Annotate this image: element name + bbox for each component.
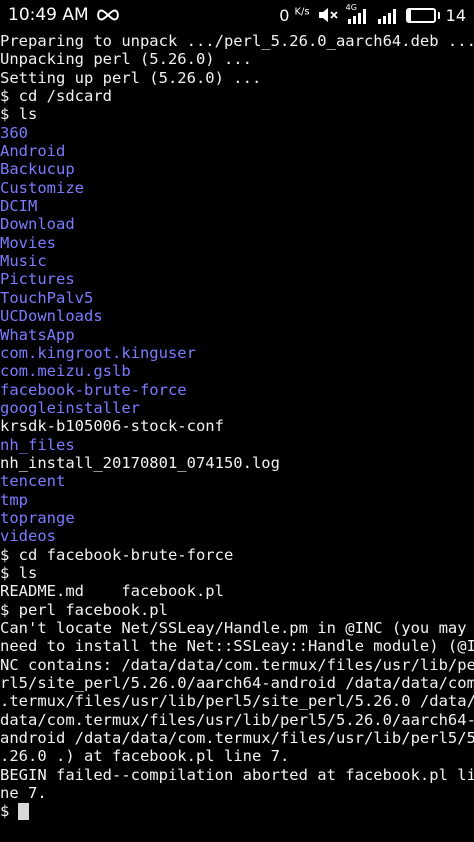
directory-entry: Movies <box>0 233 56 252</box>
directory-entry: TouchPalv5 <box>0 288 94 307</box>
directory-entry: googleinstaller <box>0 398 140 417</box>
terminal-line: need to install the Net::SSLeay::Handle … <box>0 637 474 656</box>
terminal-line: $ cd facebook-brute-force <box>0 545 234 564</box>
terminal-line: NC contains: /data/data/com.termux/files… <box>0 655 474 674</box>
terminal-line: Setting up perl (5.26.0) ... <box>0 68 262 87</box>
directory-entry: WhatsApp <box>0 325 75 344</box>
directory-entry: Android <box>0 142 66 161</box>
directory-entry: Music <box>0 252 47 271</box>
terminal-line: BEGIN failed--compilation aborted at fac… <box>0 765 474 784</box>
terminal-output[interactable]: Preparing to unpack .../perl_5.26.0_aarc… <box>0 32 474 842</box>
terminal-line: android /data/data/com.termux/files/usr/… <box>0 729 474 748</box>
directory-entry: DCIM <box>0 197 38 216</box>
directory-entry: tmp <box>0 490 28 509</box>
terminal-line: rl5/site_perl/5.26.0/aarch64-android /da… <box>0 674 474 693</box>
network-speed-value: 0 <box>279 5 290 25</box>
prompt-symbol: $ <box>0 802 10 821</box>
directory-entry: tencent <box>0 472 66 491</box>
terminal-line: Unpacking perl (5.26.0) ... <box>0 50 252 69</box>
terminal-line: data/com.termux/files/usr/lib/perl5/5.26… <box>0 710 474 729</box>
terminal-line: ne 7. <box>0 784 47 803</box>
status-bar: 10:49 AM 0 K/s 4G 14 <box>0 0 474 30</box>
directory-entry: Backucup <box>0 160 75 179</box>
terminal-line: krsdk-b105006-stock-conf <box>0 417 224 436</box>
battery-cap <box>437 11 440 19</box>
battery-fill <box>407 9 412 21</box>
signal-icon <box>376 6 398 24</box>
terminal-line: $ ls <box>0 563 38 582</box>
directory-entry: com.kingroot.kinguser <box>0 343 196 362</box>
terminal-line: $ ls <box>0 105 38 124</box>
directory-entry: videos <box>0 527 56 546</box>
text-cursor <box>18 803 30 821</box>
battery-icon <box>405 7 436 23</box>
terminal-line: .termux/files/usr/lib/perl5/site_perl/5.… <box>0 692 474 711</box>
mute-icon <box>318 7 338 23</box>
directory-entry: com.meizu.gslb <box>0 362 131 381</box>
status-left: 10:49 AM <box>8 5 121 25</box>
clock: 10:49 AM <box>8 5 89 25</box>
directory-entry: UCDownloads <box>0 307 103 326</box>
directory-entry: toprange <box>0 508 75 527</box>
infinity-icon <box>95 8 121 22</box>
directory-entry: Download <box>0 215 75 234</box>
prompt-line[interactable]: $ <box>0 802 474 820</box>
terminal-line: Can't locate Net/SSLeay/Handle.pm in @IN… <box>0 619 467 637</box>
directory-entry: facebook-brute-force <box>0 380 187 399</box>
directory-entry: 360 <box>0 123 28 142</box>
terminal-line: Preparing to unpack .../perl_5.26.0_aarc… <box>0 32 474 50</box>
network-type-label: 4G <box>345 3 357 12</box>
battery-level: 14 <box>445 5 466 25</box>
directory-entry: Pictures <box>0 270 75 289</box>
directory-entry: nh_files <box>0 435 75 454</box>
terminal-line: $ perl facebook.pl <box>0 600 168 619</box>
terminal-line: $ cd /sdcard <box>0 87 112 106</box>
terminal-line: README.md facebook.pl <box>0 582 224 601</box>
network-speed-unit: K/s <box>294 6 310 18</box>
terminal-line: .26.0 .) at facebook.pl line 7. <box>0 747 290 766</box>
terminal-line: nh_install_20170801_074150.log <box>0 453 280 472</box>
signal-4g-icon: 4G <box>345 3 368 24</box>
directory-entry: Customize <box>0 178 84 197</box>
battery-indicator: 14 <box>405 5 466 25</box>
network-speed: 0 K/s <box>279 6 309 25</box>
status-right: 0 K/s 4G 14 <box>279 3 466 25</box>
